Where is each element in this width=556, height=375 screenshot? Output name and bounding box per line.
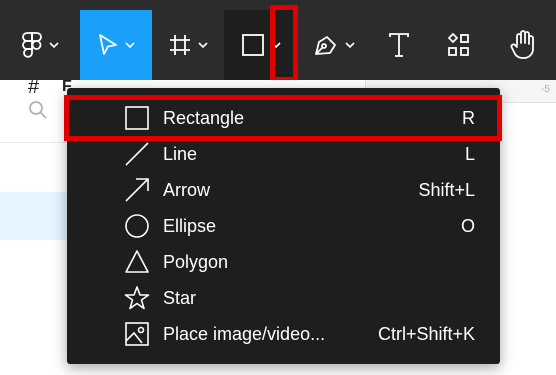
frame-hash-icon <box>170 35 190 55</box>
figma-logo-icon <box>22 32 42 58</box>
menu-item-shortcut: R <box>462 107 475 128</box>
menu-item-rectangle[interactable]: Rectangle R <box>67 100 500 136</box>
move-tool-button[interactable] <box>80 10 152 80</box>
chevron-down-icon <box>345 42 355 48</box>
rectangle-icon <box>242 34 264 56</box>
chevron-down-icon <box>125 42 135 48</box>
arrow-icon <box>125 178 149 202</box>
menu-item-ellipse[interactable]: Ellipse O <box>67 208 500 244</box>
menu-item-label: Line <box>163 143 198 164</box>
polygon-icon <box>125 250 149 273</box>
shape-tool-button[interactable] <box>224 10 298 80</box>
menu-item-label: Polygon <box>163 251 229 272</box>
main-menu-button[interactable] <box>0 10 80 80</box>
pen-nib-icon <box>315 36 336 55</box>
menu-item-star[interactable]: Star <box>67 280 500 316</box>
ellipse-icon <box>125 214 149 238</box>
menu-item-shortcut: Shift+L <box>418 179 475 200</box>
chevron-down-icon[interactable] <box>271 42 281 48</box>
menu-item-polygon[interactable]: Polygon <box>67 244 500 280</box>
menu-item-line[interactable]: Line L <box>67 136 500 172</box>
text-t-icon <box>389 33 409 57</box>
frame-tool-button[interactable] <box>152 10 224 80</box>
menu-item-shortcut: Ctrl+Shift+K <box>377 323 475 344</box>
resources-grid-icon <box>447 33 469 56</box>
line-icon <box>125 142 149 166</box>
rectangle-icon <box>125 106 149 130</box>
menu-item-shortcut: O <box>460 215 475 236</box>
chevron-down-icon <box>198 42 208 48</box>
menu-item-shortcut: L <box>464 143 475 164</box>
frame-hash-icon: # <box>28 76 40 98</box>
shape-dropdown-menu: Rectangle R Line L Arrow Shift+L Ellipse… <box>67 88 500 364</box>
menu-item-arrow[interactable]: Arrow Shift+L <box>67 172 500 208</box>
menu-item-label: Ellipse <box>163 215 217 236</box>
menu-item-label: Rectangle <box>163 107 245 128</box>
hand-tool-button[interactable] <box>490 10 556 80</box>
search-icon[interactable] <box>28 100 48 120</box>
menu-item-label: Place image/video... <box>163 323 326 344</box>
menu-item-label: Star <box>163 287 197 308</box>
ruler-tick: -5 <box>541 84 550 95</box>
star-icon <box>124 286 150 310</box>
hand-icon <box>510 30 534 59</box>
toolbar <box>0 0 556 80</box>
image-icon <box>125 322 149 346</box>
menu-item-label: Arrow <box>163 179 211 200</box>
resources-button[interactable] <box>428 10 490 80</box>
cursor-arrow-icon <box>99 34 117 55</box>
pen-tool-button[interactable] <box>298 10 370 80</box>
text-tool-button[interactable] <box>370 10 428 80</box>
menu-item-place-image[interactable]: Place image/video... Ctrl+Shift+K <box>67 316 500 352</box>
chevron-down-icon <box>49 42 59 48</box>
